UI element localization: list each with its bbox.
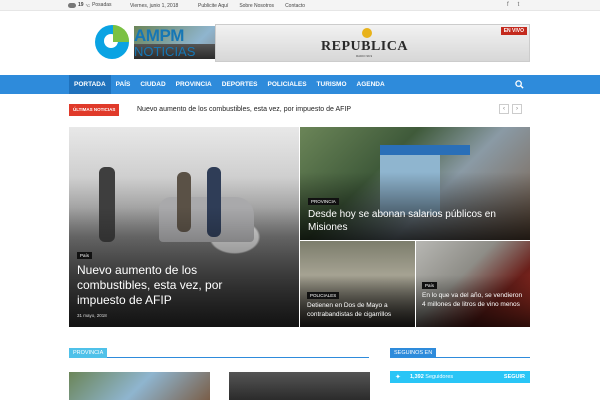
article-title[interactable]: Desde hoy se abonan salarios públicos en… — [308, 208, 518, 234]
section-title: SEGUINOS EN — [390, 348, 437, 358]
temperature: 19 — [78, 2, 84, 8]
article-title[interactable]: En lo que va del año, se vendieron 4 mil… — [422, 292, 526, 309]
category-badge[interactable]: PROVINCIA — [308, 198, 339, 205]
follower-count: 1,392 — [410, 374, 424, 380]
featured-card-3[interactable]: POLICIALES Detienen en Dos de Mayo a con… — [300, 241, 415, 327]
twitter-follow-widget: ✦ 1,392 Seguidores SEGUIR — [390, 371, 530, 383]
nav-item-portada[interactable]: PORTADA — [69, 75, 111, 94]
featured-card-main[interactable]: País Nuevo aumento de los combustibles, … — [69, 127, 299, 327]
category-badge[interactable]: País — [77, 252, 93, 259]
twitter-icon: ✦ — [395, 374, 401, 381]
live-badge: EN VIVO — [500, 27, 527, 35]
breaking-tag: ÚLTIMAS NOTICIAS — [69, 104, 120, 116]
nav-item-ciudad[interactable]: CIUDAD — [135, 75, 170, 94]
category-badge[interactable]: POLICIALES — [307, 292, 340, 299]
nav-item-agenda[interactable]: AGENDA — [352, 75, 390, 94]
article-title[interactable]: Detienen en Dos de Mayo a contrabandista… — [307, 302, 407, 319]
nav-item-provincia[interactable]: PROVINCIA — [171, 75, 217, 94]
top-links: Publicite Aquí Sobre Nosotros Contacto — [198, 3, 305, 9]
nav-item-turismo[interactable]: TURISMO — [312, 75, 352, 94]
breaking-news-ticker: ÚLTIMAS NOTICIAS Nuevo aumento de los co… — [69, 104, 530, 116]
nav-item-policiales[interactable]: POLICIALES — [263, 75, 312, 94]
weather-location: Posadas — [92, 2, 112, 8]
twitter-icon[interactable]: t — [518, 2, 520, 8]
follower-label: Seguidores — [425, 374, 454, 380]
current-date: Viernes, junio 1, 2018 — [130, 3, 179, 9]
article-thumbnail[interactable] — [229, 372, 370, 400]
banner-brand: REPUBLICA — [321, 39, 408, 54]
prev-arrow-icon[interactable]: ‹ — [499, 104, 509, 114]
top-bar: 19 °C Posadas Viernes, junio 1, 2018 Pub… — [0, 0, 600, 11]
follow-button[interactable]: SEGUIR — [504, 374, 525, 380]
link-about[interactable]: Sobre Nosotros — [239, 3, 274, 9]
section-follow: SEGUINOS EN — [390, 348, 530, 358]
banner-sub: RADIO 99.9 — [356, 54, 373, 58]
weather-widget: 19 °C Posadas — [68, 2, 112, 8]
nav-item-pais[interactable]: PAÍS — [111, 75, 136, 94]
radio-banner[interactable]: REPUBLICA RADIO 99.9 EN VIVO — [215, 24, 530, 62]
category-badge[interactable]: País — [422, 282, 438, 289]
section-provincia: PROVINCIA — [69, 348, 369, 358]
link-contact[interactable]: Contacto — [285, 3, 305, 9]
facebook-icon[interactable]: f — [507, 2, 509, 8]
temp-unit: °C — [85, 2, 91, 8]
site-logo[interactable]: AMPM NOTICIAS — [95, 25, 275, 61]
article-title[interactable]: Nuevo aumento de los combustibles, esta … — [77, 263, 267, 308]
article-date: 31 mayo, 2018 — [77, 313, 107, 318]
site-header: AMPM NOTICIAS REPUBLICA RADIO 99.9 EN VI… — [0, 11, 600, 75]
link-advertise[interactable]: Publicite Aquí — [198, 3, 228, 9]
featured-card-2[interactable]: PROVINCIA Desde hoy se abonan salarios p… — [300, 127, 530, 240]
nav-item-deportes[interactable]: DEPORTES — [217, 75, 263, 94]
sun-icon — [362, 28, 372, 38]
search-icon[interactable] — [515, 80, 524, 89]
cloud-icon — [68, 2, 76, 8]
featured-card-4[interactable]: País En lo que va del año, se vendieron … — [416, 241, 530, 327]
social-links: f t — [507, 2, 519, 8]
next-arrow-icon[interactable]: › — [512, 104, 522, 114]
main-nav: PORTADA PAÍS CIUDAD PROVINCIA DEPORTES P… — [0, 75, 600, 94]
section-title[interactable]: PROVINCIA — [69, 348, 108, 358]
article-thumbnail[interactable] — [69, 372, 210, 400]
breaking-headline[interactable]: Nuevo aumento de los combustibles, esta … — [137, 106, 351, 113]
